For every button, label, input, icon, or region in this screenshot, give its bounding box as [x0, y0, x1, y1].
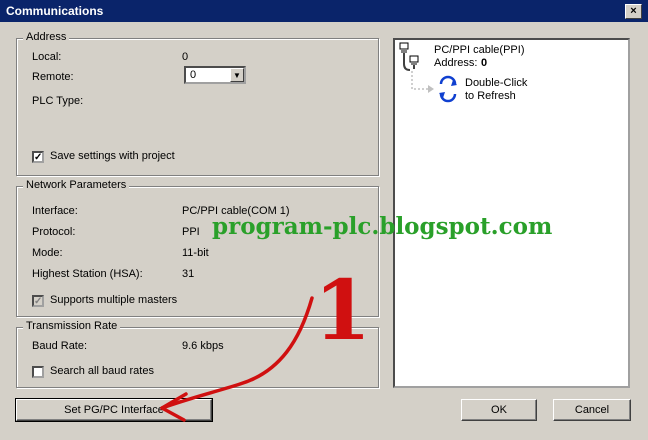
tree-connector	[411, 71, 428, 90]
mode-value: 11-bit	[182, 247, 209, 259]
close-icon: ×	[630, 5, 637, 17]
cable-icon	[399, 42, 419, 71]
remote-address-select[interactable]: 0 ▼	[184, 66, 246, 84]
annotation-number: 1	[314, 263, 372, 359]
hsa-value: 31	[182, 268, 195, 280]
checkmark-icon: ✓	[34, 152, 43, 163]
baud-rate-label: Baud Rate:	[32, 340, 88, 352]
refresh-icon[interactable]	[439, 75, 457, 103]
multiple-masters-checkbox: ✓	[32, 295, 44, 307]
refresh-line-1[interactable]: Double-Click	[465, 77, 527, 89]
chevron-down-icon[interactable]: ▼	[230, 68, 244, 82]
tree-address-value: 0	[481, 57, 488, 69]
tree-address-label: Address:	[434, 57, 478, 69]
address-legend: Address	[23, 31, 70, 43]
protocol-value: PPI	[182, 226, 200, 238]
baud-rate-value: 9.6 kbps	[182, 340, 224, 352]
cable-label[interactable]: PC/PPI cable(PPI)	[434, 44, 524, 56]
mode-label: Mode:	[32, 247, 63, 259]
local-label: Local:	[32, 51, 62, 63]
protocol-label: Protocol:	[32, 226, 76, 238]
search-all-baud-checkbox[interactable]	[32, 366, 44, 378]
local-value: 0	[182, 51, 189, 63]
plc-type-label: PLC Type:	[32, 95, 84, 107]
checkmark-icon: ✓	[34, 296, 43, 307]
window-title: Communications	[6, 4, 104, 18]
search-all-baud-label[interactable]: Search all baud rates	[50, 365, 154, 377]
arrow-right-icon	[428, 85, 434, 93]
remote-label: Remote:	[32, 71, 74, 83]
watermark-text: program-plc.blogspot.com	[212, 213, 553, 240]
title-bar[interactable]: Communications ×	[0, 0, 648, 22]
save-settings-label[interactable]: Save settings with project	[50, 150, 175, 162]
multiple-masters-label: Supports multiple masters	[50, 294, 178, 306]
transmission-rate-legend: Transmission Rate	[23, 320, 121, 332]
refresh-line-2[interactable]: to Refresh	[465, 90, 516, 102]
interface-label: Interface:	[32, 205, 78, 217]
ok-button[interactable]: OK	[461, 399, 537, 421]
remote-address-value: 0	[190, 69, 197, 81]
close-button[interactable]: ×	[625, 4, 642, 19]
set-pgpc-interface-button[interactable]: Set PG/PC Interface	[15, 398, 213, 422]
cancel-button[interactable]: Cancel	[553, 399, 631, 421]
network-parameters-legend: Network Parameters	[23, 179, 130, 191]
hsa-label: Highest Station (HSA):	[32, 268, 143, 280]
save-settings-checkbox[interactable]: ✓	[32, 151, 44, 163]
